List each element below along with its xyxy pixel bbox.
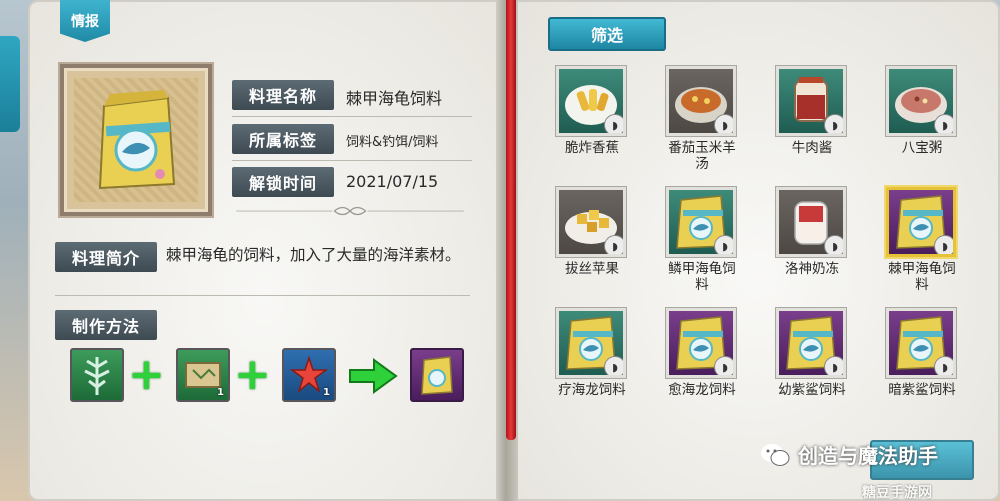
arrow-right-icon [349,358,398,394]
dish-name: 牛肉酱 [791,140,833,156]
unlock-time-label: 解锁时间 [232,167,334,197]
bowl-badge-icon: ◗ [934,356,953,375]
bookmark-ribbon [506,0,516,440]
dish-card[interactable]: ◗ 鳞甲海龟饲料 [649,187,755,299]
bowl-badge-icon: ◗ [714,114,733,133]
wechat-icon [761,443,790,466]
dish-thumbnail[interactable]: ◗ [556,308,626,378]
dish-thumbnail[interactable]: ◗ [556,187,626,257]
tag-value: 饲料&钓饵/饲料 [346,135,439,150]
watermark-text: 创造与魔法助手 [798,444,938,468]
dish-name: 鳞甲海龟饲料 [668,261,736,293]
divider [232,160,472,161]
watermark: 创造与魔法助手 [760,440,938,469]
dish-card[interactable]: ◗ 八宝粥 [869,66,975,178]
dish-name: 番茄玉米羊汤 [668,140,736,172]
ingredient-slot-2[interactable]: 1 [176,348,230,402]
item-portrait [74,78,198,202]
dish-name: 疗海龙饲料 [558,382,626,398]
dish-card[interactable]: ◗ 棘甲海龟饲料 [869,187,975,299]
watermark-sub: 糖豆手游网 [862,485,932,501]
dish-thumbnail[interactable]: ◗ [776,66,846,136]
ingredient-count: 1 [217,387,224,398]
item-portrait-frame [60,64,212,216]
side-tab[interactable] [0,36,20,132]
dish-thumbnail[interactable]: ◗ [666,66,736,136]
dish-card[interactable]: ◗ 愈海龙饲料 [649,308,755,420]
bowl-badge-icon: ◗ [824,356,843,375]
bowl-badge-icon: ◗ [604,235,623,254]
dish-card[interactable]: ◗ 暗紫鲨饲料 [869,308,975,420]
dish-name: 暗紫鲨饲料 [888,382,956,398]
dish-name: 棘甲海龟饲料 [888,261,956,293]
result-slot[interactable] [410,348,464,402]
dish-card[interactable]: ◗ 脆炸香蕉 [539,66,645,178]
dish-name: 幼紫鲨饲料 [778,382,846,398]
dish-name-label: 料理名称 [232,80,334,110]
method-label: 制作方法 [55,310,157,340]
bowl-badge-icon: ◗ [604,356,623,375]
dish-card[interactable]: ◗ 牛肉酱 [759,66,865,178]
dish-card[interactable]: ◗ 番茄玉米羊汤 [649,66,755,178]
bowl-badge-icon: ◗ [714,235,733,254]
feed-bag-icon [421,356,453,395]
dish-thumbnail[interactable]: ◗ [666,308,736,378]
dish-card[interactable]: ◗ 幼紫鲨饲料 [759,308,865,420]
dish-thumbnail[interactable]: ◗ [666,187,736,257]
dish-thumbnail[interactable]: ◗ [556,66,626,136]
plus-icon: + [128,349,165,400]
dish-thumbnail[interactable]: ◗ [886,308,956,378]
dish-thumbnail[interactable]: ◗ [886,187,956,257]
bowl-badge-icon: ◗ [824,235,843,254]
ornament-divider [236,206,464,216]
dish-card[interactable]: ◗ 洛神奶冻 [759,187,865,299]
divider [55,295,470,296]
bowl-badge-icon: ◗ [714,356,733,375]
dish-name: 八宝粥 [901,140,943,156]
divider [232,116,472,117]
dish-name: 愈海龙饲料 [668,382,736,398]
dish-card[interactable]: ◗ 疗海龙饲料 [539,308,645,420]
dish-thumbnail[interactable]: ◗ [886,66,956,136]
bowl-badge-icon: ◗ [934,114,953,133]
ingredient-slot-3[interactable]: 1 [282,348,336,402]
bowl-badge-icon: ◗ [604,114,623,133]
bowl-badge-icon: ◗ [824,114,843,133]
description-label: 料理简介 [55,242,157,272]
feed-bag-icon [98,90,176,190]
bowl-badge-icon: ◗ [934,235,953,254]
filter-button[interactable]: 筛选 [548,17,666,51]
dish-thumbnail[interactable]: ◗ [776,187,846,257]
tag-label: 所属标签 [232,124,334,154]
dish-name: 拔丝苹果 [565,261,619,277]
ingredient-slot-1[interactable] [70,348,124,402]
dish-name-value: 棘甲海龟饲料 [346,89,443,108]
plus-icon: + [234,349,271,400]
seaweed-icon [84,357,110,395]
ingredient-count: 1 [323,387,330,398]
intel-tab[interactable]: 情报 [60,0,110,42]
dish-thumbnail[interactable]: ◗ [776,308,846,378]
dish-card[interactable]: ◗ 拔丝苹果 [539,187,645,299]
unlock-time-value: 2021/07/15 [346,172,439,191]
dish-description: 棘甲海龟的饲料，加入了大量的海洋素材。 [166,246,461,264]
dish-name: 脆炸香蕉 [565,140,619,156]
dish-name: 洛神奶冻 [785,261,839,277]
